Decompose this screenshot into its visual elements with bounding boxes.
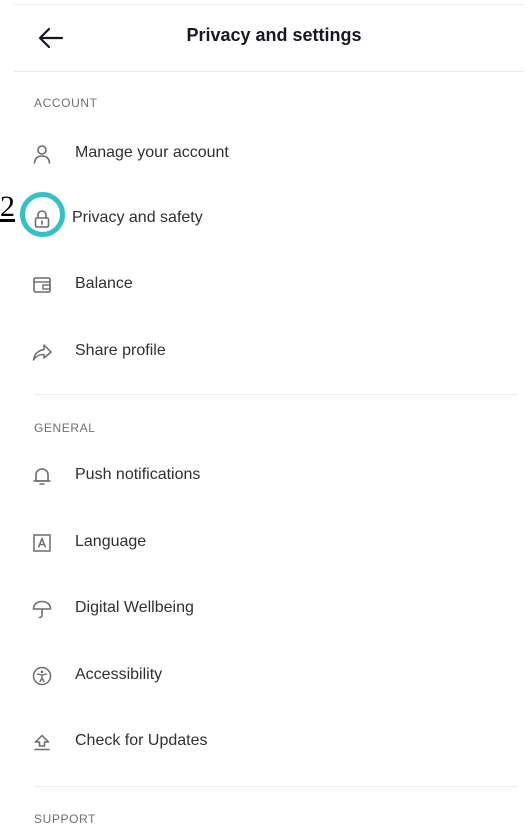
person-icon	[30, 142, 54, 166]
umbrella-icon	[30, 597, 54, 621]
section-divider	[34, 786, 518, 787]
menu-item-push-notifications[interactable]: Push notifications	[30, 456, 500, 496]
menu-item-balance[interactable]: Balance	[30, 265, 500, 305]
menu-item-language[interactable]: Language	[30, 523, 500, 563]
menu-item-label: Manage your account	[75, 144, 229, 161]
settings-screen: Privacy and settings ACCOUNT Manage your…	[0, 0, 529, 829]
menu-item-label: Balance	[75, 275, 133, 292]
menu-item-accessibility[interactable]: Accessibility	[30, 656, 500, 696]
accessibility-icon	[30, 664, 54, 688]
bell-icon	[30, 464, 54, 488]
menu-item-share-profile[interactable]: Share profile	[30, 332, 500, 372]
menu-item-digital-wellbeing[interactable]: Digital Wellbeing	[30, 589, 500, 629]
step-number-annotation: 2	[0, 190, 15, 223]
menu-item-label: Digital Wellbeing	[75, 599, 194, 616]
language-icon	[30, 531, 54, 555]
page-title: Privacy and settings	[186, 25, 362, 45]
menu-item-label: Share profile	[75, 342, 166, 359]
menu-item-label: Accessibility	[75, 666, 163, 683]
wallet-icon	[30, 273, 54, 297]
section-label-general: GENERAL	[34, 421, 96, 435]
menu-item-label: Language	[75, 533, 147, 550]
section-divider	[34, 394, 518, 395]
header-bar: Privacy and settings	[14, 4, 524, 72]
menu-item-label: Privacy and safety	[72, 209, 203, 226]
menu-item-privacy-safety[interactable]: Privacy and safety	[30, 199, 500, 239]
section-label-account: ACCOUNT	[34, 96, 98, 110]
menu-item-manage-account[interactable]: Manage your account	[30, 134, 500, 174]
menu-item-check-updates[interactable]: Check for Updates	[30, 722, 500, 762]
section-label-support: SUPPORT	[34, 812, 96, 826]
lock-icon	[30, 207, 54, 231]
update-icon	[30, 730, 54, 754]
share-icon	[30, 340, 54, 364]
menu-item-label: Check for Updates	[75, 732, 208, 749]
menu-item-label: Push notifications	[75, 466, 201, 483]
